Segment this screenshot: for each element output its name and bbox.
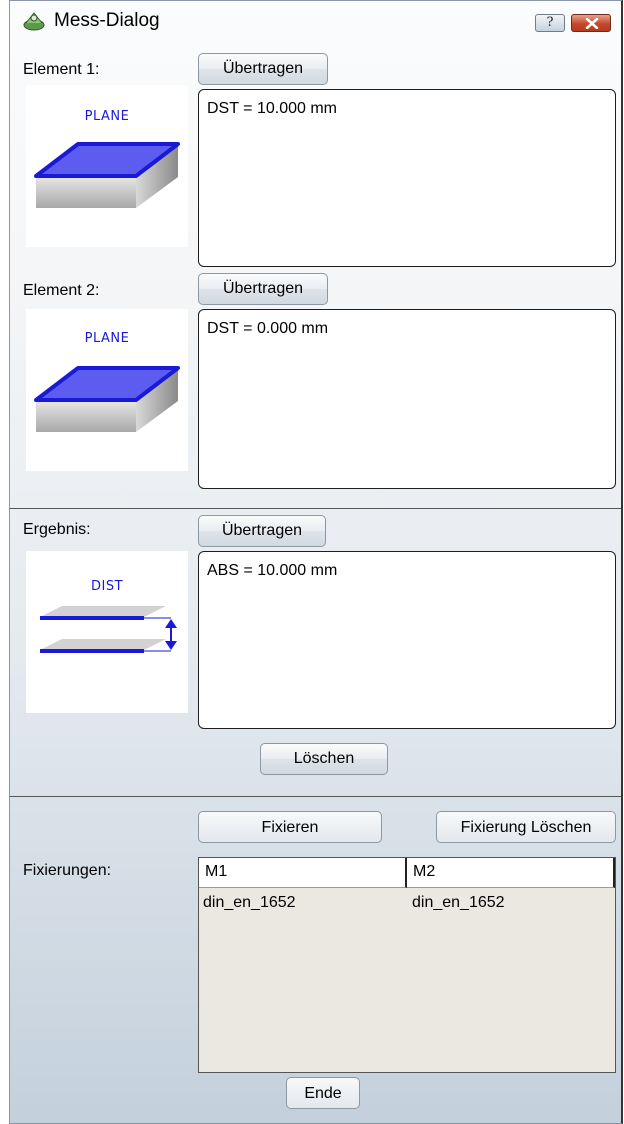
element2-label: Element 2: bbox=[23, 282, 100, 299]
result-value: ABS = 10.000 mm bbox=[207, 562, 338, 579]
element1-picture: PLANE bbox=[26, 85, 188, 247]
mess-dialog-window: Mess-Dialog ? Element 1: Übertragen PLAN… bbox=[9, 0, 623, 1124]
separator bbox=[10, 796, 621, 797]
help-button[interactable]: ? bbox=[535, 14, 565, 32]
title-bar[interactable]: Mess-Dialog ? bbox=[10, 1, 621, 41]
element1-value: DST = 10.000 mm bbox=[207, 100, 337, 117]
result-picture: DIST bbox=[26, 551, 188, 713]
result-value-box[interactable]: ABS = 10.000 mm bbox=[198, 551, 616, 729]
separator bbox=[10, 508, 621, 509]
window-title: Mess-Dialog bbox=[54, 10, 160, 31]
distance-icon bbox=[40, 606, 177, 653]
column-header-m1[interactable]: M1 bbox=[199, 858, 407, 888]
element1-transfer-button[interactable]: Übertragen bbox=[198, 53, 328, 85]
column-header-m2[interactable]: M2 bbox=[407, 858, 615, 888]
plane-icon bbox=[34, 366, 180, 432]
fix-button[interactable]: Fixieren bbox=[198, 811, 382, 843]
element1-label: Element 1: bbox=[23, 61, 100, 78]
close-icon bbox=[585, 18, 599, 29]
help-icon: ? bbox=[546, 15, 554, 30]
plane-icon bbox=[34, 142, 180, 208]
fixations-label: Fixierungen: bbox=[23, 862, 112, 879]
end-button[interactable]: Ende bbox=[286, 1077, 360, 1109]
element1-value-box[interactable]: DST = 10.000 mm bbox=[198, 89, 616, 267]
result-transfer-button[interactable]: Übertragen bbox=[198, 515, 326, 547]
table-cell-m2: din_en_1652 bbox=[412, 894, 505, 911]
close-button[interactable] bbox=[571, 14, 611, 32]
element2-transfer-button[interactable]: Übertragen bbox=[198, 273, 328, 305]
fixations-table[interactable]: M1 M2 din_en_1652 din_en_1652 bbox=[198, 857, 616, 1073]
element2-value-box[interactable]: DST = 0.000 mm bbox=[198, 309, 616, 489]
result-label: Ergebnis: bbox=[23, 521, 91, 538]
table-cell-m1: din_en_1652 bbox=[203, 894, 296, 911]
measure-tool-icon bbox=[22, 10, 46, 32]
element2-picture: PLANE bbox=[26, 309, 188, 471]
clear-button[interactable]: Löschen bbox=[260, 743, 388, 775]
element2-value: DST = 0.000 mm bbox=[207, 320, 329, 337]
clear-fix-button[interactable]: Fixierung Löschen bbox=[436, 811, 616, 843]
